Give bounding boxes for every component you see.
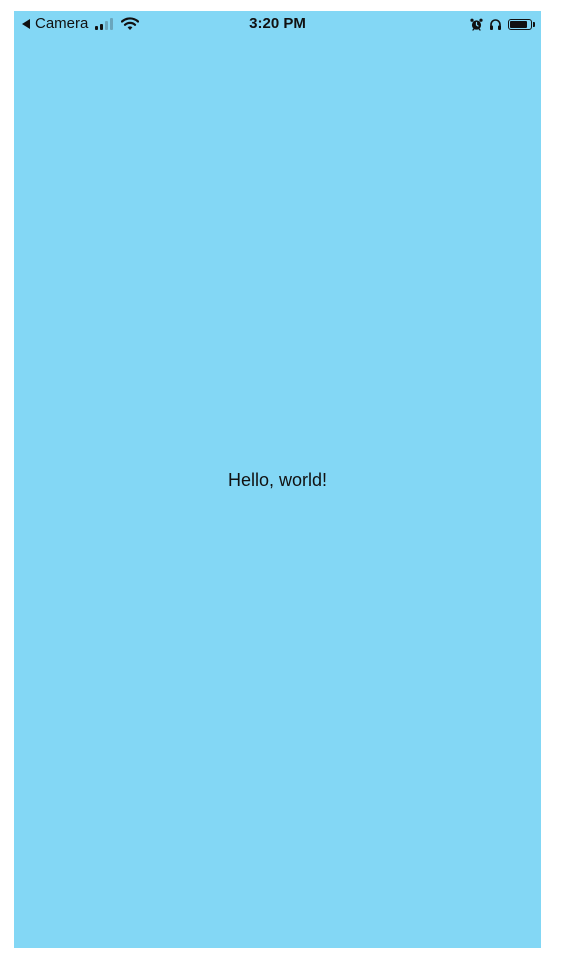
greeting-text: Hello, world! — [227, 469, 328, 490]
app-screen: Camera 3:20 PM Hello, world! — [14, 11, 541, 948]
main-content: Hello, world! — [14, 11, 541, 948]
